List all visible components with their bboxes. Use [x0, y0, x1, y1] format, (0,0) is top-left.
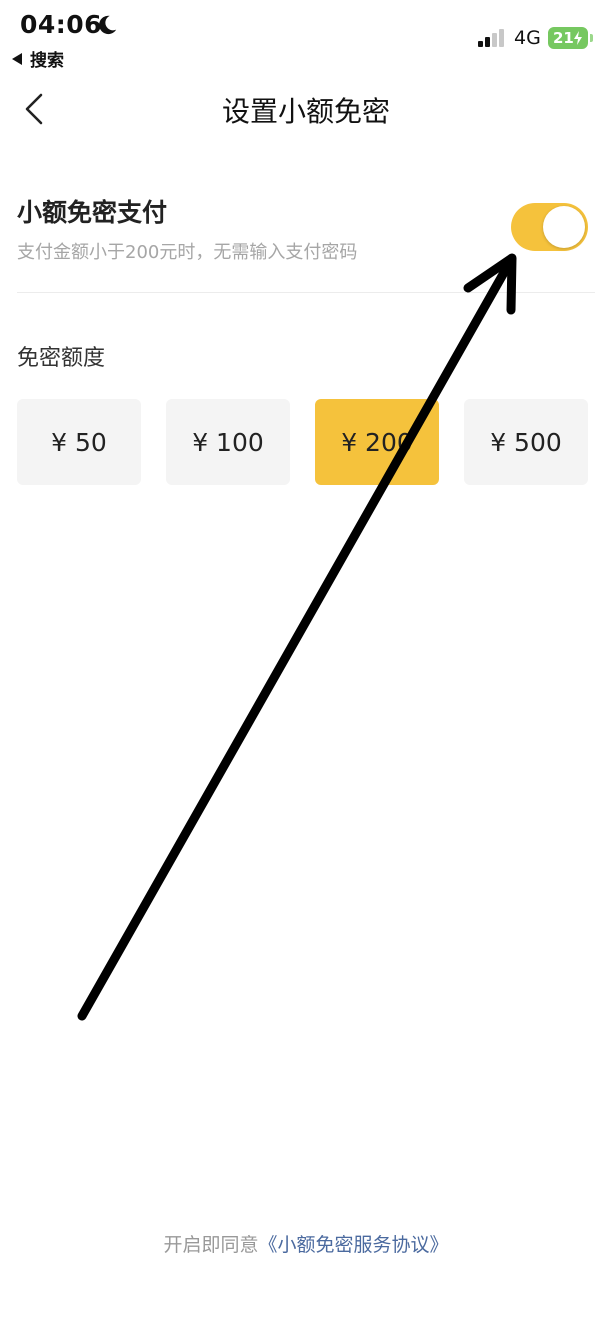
page-title: 设置小额免密: [221, 95, 390, 128]
back-to-app-link[interactable]: 搜索: [12, 46, 64, 71]
battery-cap: [590, 34, 593, 42]
back-app-label: 搜索: [30, 51, 64, 71]
agreement-link[interactable]: 《小额免密服务协议》: [259, 1234, 449, 1256]
limit-label: 免密额度: [17, 346, 106, 371]
divider: [17, 292, 595, 293]
status-bar: 04:06 搜索 4G 21: [0, 0, 612, 72]
battery-level: 21: [553, 29, 574, 47]
limit-options: ¥ 50 ¥ 100 ¥ 200 ¥ 500: [17, 399, 588, 485]
limit-option-500[interactable]: ¥ 500: [464, 399, 588, 485]
agreement-footer: 开启即同意《小额免密服务协议》: [0, 1230, 612, 1257]
limit-option-100[interactable]: ¥ 100: [166, 399, 290, 485]
battery-icon: 21: [548, 27, 588, 49]
small-pay-title: 小额免密支付: [17, 198, 168, 227]
small-pay-toggle[interactable]: [511, 203, 588, 251]
small-pay-subtitle: 支付金额小于200元时，无需输入支付密码: [17, 242, 358, 263]
status-time: 04:06: [20, 10, 103, 39]
limit-option-200[interactable]: ¥ 200: [315, 399, 439, 485]
back-triangle-icon: [12, 52, 22, 65]
network-type: 4G: [514, 27, 541, 49]
charging-bolt-icon: [574, 31, 582, 45]
limit-option-50[interactable]: ¥ 50: [17, 399, 141, 485]
agreement-prefix: 开启即同意: [163, 1234, 259, 1256]
moon-icon: [99, 15, 117, 35]
toggle-knob: [543, 206, 585, 248]
signal-icon: [478, 29, 504, 47]
